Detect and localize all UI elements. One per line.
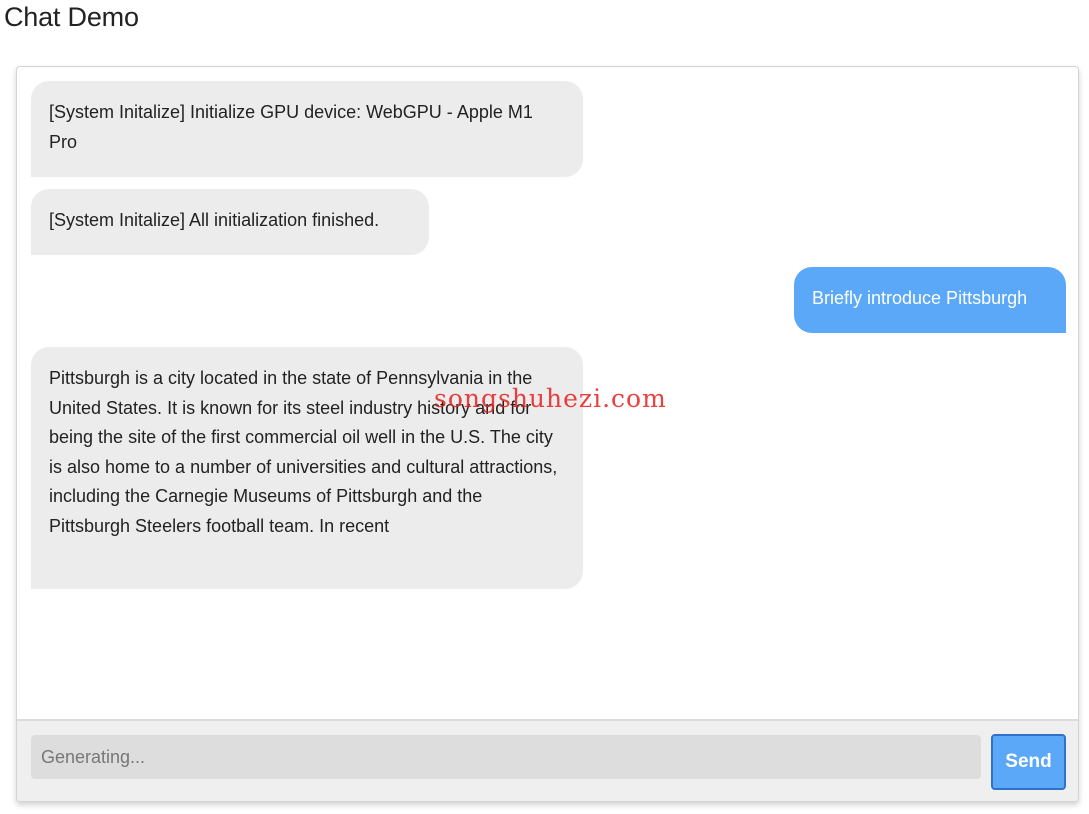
user-message: Briefly introduce Pittsburgh [794, 267, 1066, 333]
assistant-message: Pittsburgh is a city located in the stat… [31, 347, 583, 589]
system-message: [System Initalize] Initialize GPU device… [31, 81, 583, 177]
chat-window: [System Initalize] Initialize GPU device… [16, 66, 1079, 802]
chat-input-bar: Send [17, 719, 1078, 801]
send-button[interactable]: Send [991, 734, 1066, 790]
chat-input[interactable] [31, 735, 981, 779]
system-message: [System Initalize] All initialization fi… [31, 189, 429, 255]
message-list[interactable]: [System Initalize] Initialize GPU device… [17, 67, 1078, 719]
page-title: Chat Demo [4, 2, 139, 32]
